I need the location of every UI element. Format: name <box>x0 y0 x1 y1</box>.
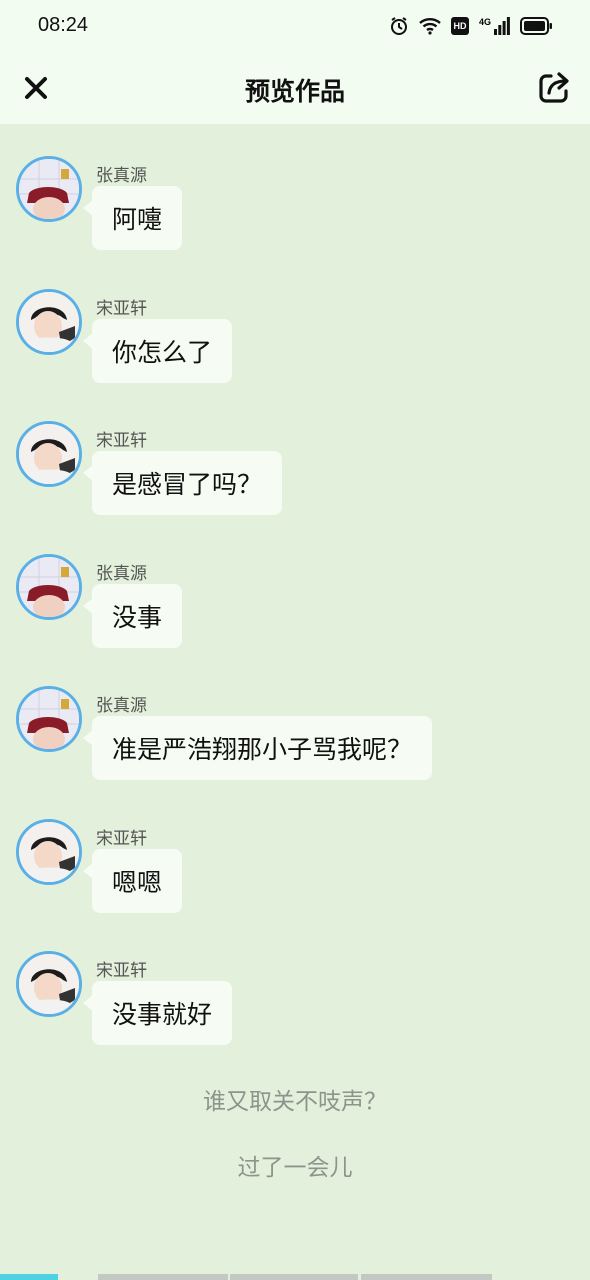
hd-label: HD <box>453 21 467 31</box>
avatar-song[interactable] <box>16 951 82 1017</box>
progress-bar <box>0 1274 590 1280</box>
narration-text: 谁又取关不吱声？ <box>203 1089 387 1115</box>
avatar-song[interactable] <box>16 289 82 355</box>
message-bubble[interactable]: 阿嚏 <box>82 186 183 250</box>
message-bubble[interactable]: 嗯嗯 <box>82 849 183 913</box>
network-label: 4G <box>478 17 491 27</box>
sender-name: 宋亚轩 <box>96 299 147 319</box>
chat-area[interactable]: 张真源 阿嚏 宋亚轩 你怎么了 宋亚轩 是感冒了吗？ 张真源 没事 张真源 准是… <box>0 124 590 1274</box>
alarm-icon <box>389 16 409 36</box>
status-time: 08:24 <box>38 14 89 36</box>
progress-segment <box>98 1274 228 1280</box>
hd-icon: HD <box>450 17 469 35</box>
header: 预览作品 <box>0 52 590 124</box>
signal-4g-icon: 4G <box>479 17 510 35</box>
avatar-song[interactable] <box>16 819 82 885</box>
page-title: 预览作品 <box>244 77 345 106</box>
status-icons: HD 4G <box>389 14 552 38</box>
share-button[interactable] <box>534 68 574 108</box>
progress-segment <box>361 1274 492 1280</box>
sender-name: 宋亚轩 <box>96 961 147 981</box>
sender-name: 宋亚轩 <box>96 431 147 451</box>
message-bubble[interactable]: 没事 <box>82 584 183 648</box>
avatar-zhang[interactable] <box>16 686 82 752</box>
avatar-zhang[interactable] <box>16 554 82 620</box>
message-bubble[interactable]: 是感冒了吗？ <box>82 451 283 515</box>
message-bubble[interactable]: 没事就好 <box>82 981 233 1045</box>
share-icon <box>539 72 569 103</box>
message-bubble[interactable]: 准是严浩翔那小子骂我呢？ <box>82 716 433 780</box>
narration-text: 过了一会儿 <box>237 1155 353 1181</box>
sender-name: 张真源 <box>96 696 147 716</box>
avatar-zhang[interactable] <box>16 156 82 222</box>
sender-name: 张真源 <box>96 166 147 186</box>
battery-icon <box>520 17 552 35</box>
progress-segment <box>230 1274 358 1280</box>
status-bar: 08:24 HD 4G <box>0 0 590 52</box>
wifi-icon <box>419 17 441 35</box>
progress-segment-active <box>0 1274 58 1280</box>
message-bubble[interactable]: 你怎么了 <box>82 319 233 383</box>
sender-name: 张真源 <box>96 564 147 584</box>
sender-name: 宋亚轩 <box>96 829 147 849</box>
avatar-song[interactable] <box>16 421 82 487</box>
